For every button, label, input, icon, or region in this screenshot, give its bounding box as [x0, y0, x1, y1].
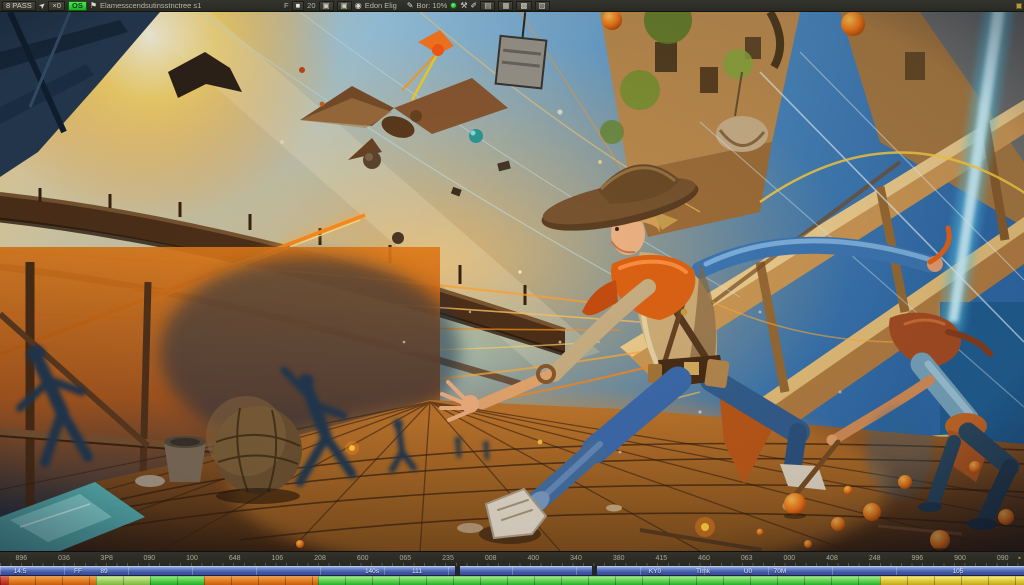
- flag-icon[interactable]: ⚑: [90, 1, 97, 10]
- track-marker-label: U0: [744, 568, 752, 575]
- ruler-label: 248: [869, 555, 881, 562]
- ruler-label: 063: [741, 555, 753, 562]
- tools-icon[interactable]: ⚒: [460, 1, 467, 10]
- ruler-label: 100: [186, 555, 198, 562]
- view-mode-label: Edon Elig: [365, 1, 397, 10]
- track-marker-label: 70M: [774, 568, 787, 575]
- track-marker-label: FF: [74, 568, 82, 575]
- bottom-timeline: ▪ 896 036 3P8 090 100 648 106 208 600 065 235 008 40…: [0, 551, 1024, 585]
- ruler-label: 000: [783, 555, 795, 562]
- game-viewport[interactable]: [0, 12, 1024, 551]
- zoom-level-label: Bor: 10%: [417, 1, 448, 10]
- ruler-label: 996: [911, 555, 923, 562]
- corner-indicator-icon: [1016, 3, 1022, 9]
- ruler-label: 065: [399, 555, 411, 562]
- stop-button[interactable]: ■: [292, 1, 305, 11]
- timeline-segment[interactable]: [150, 576, 204, 585]
- track-marker-label: Tlmk: [696, 568, 710, 575]
- layer-b-button[interactable]: ▣: [337, 1, 352, 11]
- timeline-segment[interactable]: [96, 576, 150, 585]
- track-marker-label: 14.5: [14, 568, 27, 575]
- timeline-segment[interactable]: [318, 576, 880, 585]
- close-multiplier-button[interactable]: ×0: [48, 1, 65, 11]
- os-status-badge[interactable]: OS: [68, 1, 87, 11]
- eye-icon[interactable]: ◉: [355, 1, 362, 10]
- ruler-label: 900: [954, 555, 966, 562]
- ruler-lock-icon[interactable]: ▪: [1018, 555, 1020, 562]
- game-scene: [0, 12, 1024, 551]
- timeline-track-blue[interactable]: 14.5 FF 89 140s 111 KY0 Tlmk U0 70M 105: [0, 566, 1024, 576]
- application-window: 8 PASS ➤ ×0 OS ⚑ Elamesscendsutinsstnctr…: [0, 0, 1024, 585]
- track-marker-label: 105: [953, 568, 964, 575]
- ruler-label: 896: [15, 555, 27, 562]
- frame-counter: 20: [307, 1, 315, 10]
- ruler-label: 106: [271, 555, 283, 562]
- f-label: F: [284, 1, 289, 10]
- ruler-label: 460: [698, 555, 710, 562]
- top-toolbar: 8 PASS ➤ ×0 OS ⚑ Elamesscendsutinsstnctr…: [0, 0, 1024, 12]
- ruler-label: 090: [143, 555, 155, 562]
- track-marker-label: 111: [412, 568, 422, 575]
- brush-icon[interactable]: ✐: [471, 1, 478, 10]
- ruler-label: 340: [570, 555, 582, 562]
- grid-view-button[interactable]: ▩: [516, 1, 531, 11]
- ruler-label: 3P8: [100, 555, 112, 562]
- ruler-label: 036: [58, 555, 70, 562]
- cursor-icon[interactable]: ➤: [37, 0, 48, 11]
- record-status-icon[interactable]: [450, 2, 457, 9]
- frame-grid-button[interactable]: ▦: [498, 1, 513, 11]
- ruler-label: 400: [527, 555, 539, 562]
- timeline-segment[interactable]: [0, 576, 8, 585]
- track-marker-label: 89: [100, 568, 107, 575]
- timeline-segment[interactable]: [8, 576, 96, 585]
- timeline-ruler[interactable]: ▪ 896 036 3P8 090 100 648 106 208 600 065 235 008 40…: [0, 551, 1024, 566]
- ruler-label: 008: [485, 555, 497, 562]
- frame-view-button[interactable]: ▤: [480, 1, 495, 11]
- ruler-label: 235: [442, 555, 454, 562]
- ruler-label: 415: [655, 555, 667, 562]
- ruler-label: 380: [613, 555, 625, 562]
- pass-counter-button[interactable]: 8 PASS: [2, 1, 36, 11]
- timeline-segment[interactable]: [880, 576, 1024, 585]
- track-marker-label: KY0: [649, 568, 661, 575]
- ruler-label: 648: [229, 555, 241, 562]
- track-marker-label: 140s: [365, 568, 379, 575]
- ruler-label: 408: [826, 555, 838, 562]
- vignette-overlay: [0, 12, 1024, 551]
- gallery-view-button[interactable]: ▨: [535, 1, 550, 11]
- timeline-segment[interactable]: [204, 576, 318, 585]
- blue-track-ticks: [0, 567, 1024, 575]
- timeline-track-segments[interactable]: [0, 576, 1024, 585]
- pencil-icon[interactable]: ✎: [407, 1, 414, 10]
- layer-a-button[interactable]: ▣: [319, 1, 334, 11]
- document-title: Elamesscendsutinsstnctree s1: [100, 1, 201, 10]
- ruler-label: 600: [357, 555, 369, 562]
- ruler-label: 208: [314, 555, 326, 562]
- ruler-label: 090: [997, 555, 1009, 562]
